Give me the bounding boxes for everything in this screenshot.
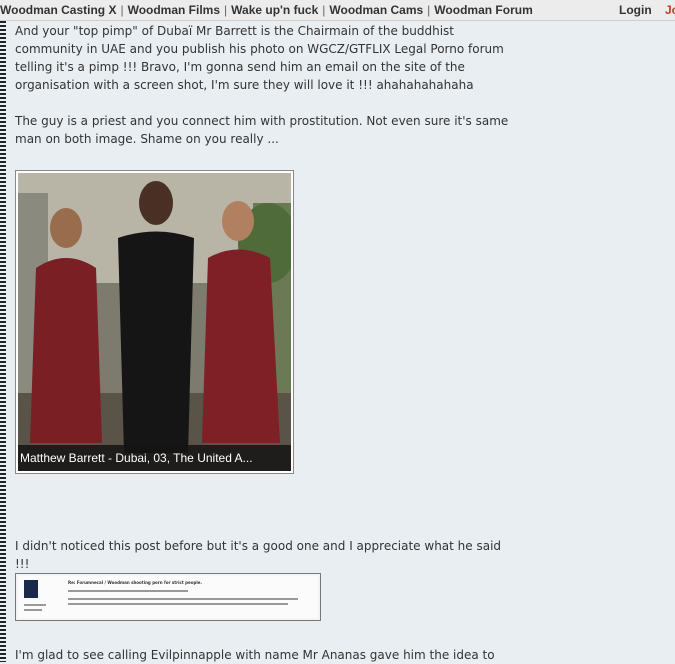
photo-frame: Matthew Barrett - Dubai, 03, The United … [18, 173, 291, 471]
thumbnail-text-line [68, 598, 298, 600]
monks-photo-image [18, 173, 291, 471]
thumbnail-text-line [68, 603, 288, 605]
forum-screenshot-thumbnail[interactable]: Re: Forumnecal / Woodman shooting porn f… [15, 573, 321, 621]
post-paragraph: The guy is a priest and you connect him … [15, 114, 509, 146]
nav-woodman-forum[interactable]: Woodman Forum [434, 3, 532, 17]
thumbnail-title: Re: Forumnecal / Woodman shooting porn f… [68, 580, 202, 585]
nav-separator: | [427, 3, 431, 17]
post-paragraph: I'm glad to see calling Evilpinnapple wi… [15, 648, 495, 662]
nav-separator: | [322, 3, 326, 17]
post-body: And your "top pimp" of Dubaï Mr Barrett … [15, 22, 515, 148]
nav-woodman-cams[interactable]: Woodman Cams [329, 3, 423, 17]
photo-caption: Matthew Barrett - Dubai, 03, The United … [18, 445, 291, 471]
left-border-rail [0, 21, 6, 662]
thumbnail-text-line [24, 609, 42, 611]
forum-logo-icon [24, 580, 38, 598]
post-body-bottom: I'm glad to see calling Evilpinnapple wi… [15, 646, 515, 664]
thumbnail-frame: Re: Forumnecal / Woodman shooting porn f… [18, 576, 318, 618]
post-photo[interactable]: Matthew Barrett - Dubai, 03, The United … [15, 170, 294, 474]
post-body-lower: I didn't noticed this post before but it… [15, 537, 515, 573]
thumbnail-text-line [24, 604, 46, 606]
nav-woodman-films[interactable]: Woodman Films [128, 3, 220, 17]
login-link[interactable]: Login [619, 0, 652, 20]
top-navigation-bar: Woodman Casting X | Woodman Films | Wake up'… [0, 0, 675, 21]
nav-separator: | [224, 3, 228, 17]
join-link[interactable]: Jo [665, 0, 675, 20]
site-nav: Woodman Casting X | Woodman Films | Wake up'… [0, 0, 533, 20]
nav-separator: | [120, 3, 124, 17]
thumbnail-text-line [68, 590, 188, 592]
post-paragraph: And your "top pimp" of Dubaï Mr Barrett … [15, 24, 504, 92]
nav-wake-up-n-fuck[interactable]: Wake up'n fuck [231, 3, 318, 17]
post-paragraph: I didn't noticed this post before but it… [15, 539, 502, 571]
nav-woodman-casting-x[interactable]: Woodman Casting X [0, 3, 116, 17]
